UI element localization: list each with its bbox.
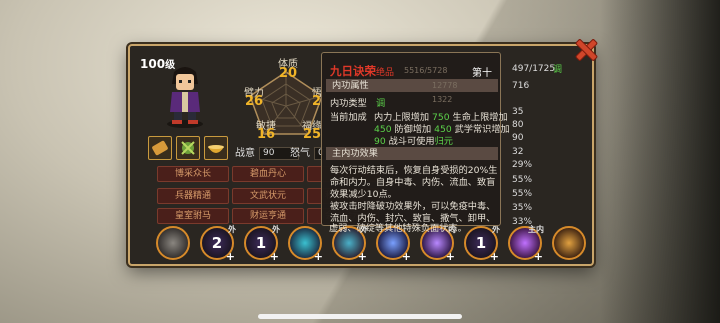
stat-readout: 32 (512, 147, 524, 157)
skill-slot[interactable]: 主内 + (508, 225, 544, 262)
current-label: 当前加成 (330, 112, 367, 123)
stat-readout: 35 (512, 107, 524, 117)
stat-readout: 35% (512, 203, 533, 213)
trait-tag[interactable]: 皇室驸马 (157, 208, 229, 224)
bonus-line: 90 战斗可使用归元 (374, 136, 453, 147)
bowl-icon[interactable] (204, 136, 228, 160)
skill-slot[interactable]: 2 外 + (200, 225, 236, 262)
stat-readout: 90 (512, 133, 524, 143)
nuqi-label: 怒气 (290, 148, 310, 159)
type-label: 内功类型 (330, 98, 367, 109)
stat-readout: 调 (553, 65, 563, 75)
skill-slot[interactable]: + (288, 226, 323, 262)
skill-slot[interactable] (552, 226, 586, 260)
trait-tag[interactable]: 文武状元 (232, 188, 304, 204)
stat-value-agility: 16 (257, 127, 276, 142)
close-icon[interactable] (574, 38, 596, 60)
tooltip-section-header: 主内功效果 (326, 147, 498, 160)
stat-readout: 497/1725 (512, 64, 556, 74)
stat-readout: 55% (512, 189, 533, 199)
stat-value-insight: 2 (312, 94, 322, 109)
stat-readout: 55% (512, 175, 533, 185)
exp-readout: 5516/5728 (404, 66, 448, 75)
tooltip-section-header: 内功属性 (326, 79, 498, 92)
stat-readout: 716 (512, 81, 530, 91)
stat-value-fortune: 25 (303, 127, 322, 142)
character-avatar (167, 67, 203, 128)
herb-icon[interactable] (176, 136, 200, 160)
trait-tag[interactable]: 兵器精通 (157, 188, 229, 204)
background-shadow (600, 0, 720, 323)
effect-line: 虚弱、破绽等其他特殊负面状态。 (329, 223, 467, 234)
faded-value: 12778 (432, 81, 458, 90)
skill-tooltip: 九日诀荣绝品 5516/5728 第十重 内功属性 12778 内功类型 调 1… (321, 52, 510, 226)
skill-slot[interactable]: 1 外 + (244, 225, 280, 262)
zhanyi-label: 战意 (235, 148, 255, 159)
scroll-icon[interactable] (148, 136, 172, 160)
trait-tag[interactable]: 博采众长 (157, 166, 229, 182)
type-value: 调 (376, 98, 386, 109)
trait-tag[interactable]: 碧血丹心 (232, 166, 304, 182)
skill-slot[interactable] (156, 226, 190, 260)
tooltip-title: 九日诀荣绝品 (330, 64, 395, 78)
skill-slot[interactable]: 1 外 + (464, 225, 500, 262)
trait-tag[interactable]: 财运亨通 (232, 208, 304, 224)
stat-readout: 29% (512, 160, 533, 170)
faded-value: 1322 (432, 95, 453, 104)
stat-value-physique: 20 (279, 66, 298, 81)
stat-value-strength: 26 (245, 94, 264, 109)
stat-readout: 80 (512, 120, 524, 130)
home-indicator[interactable] (258, 314, 462, 319)
